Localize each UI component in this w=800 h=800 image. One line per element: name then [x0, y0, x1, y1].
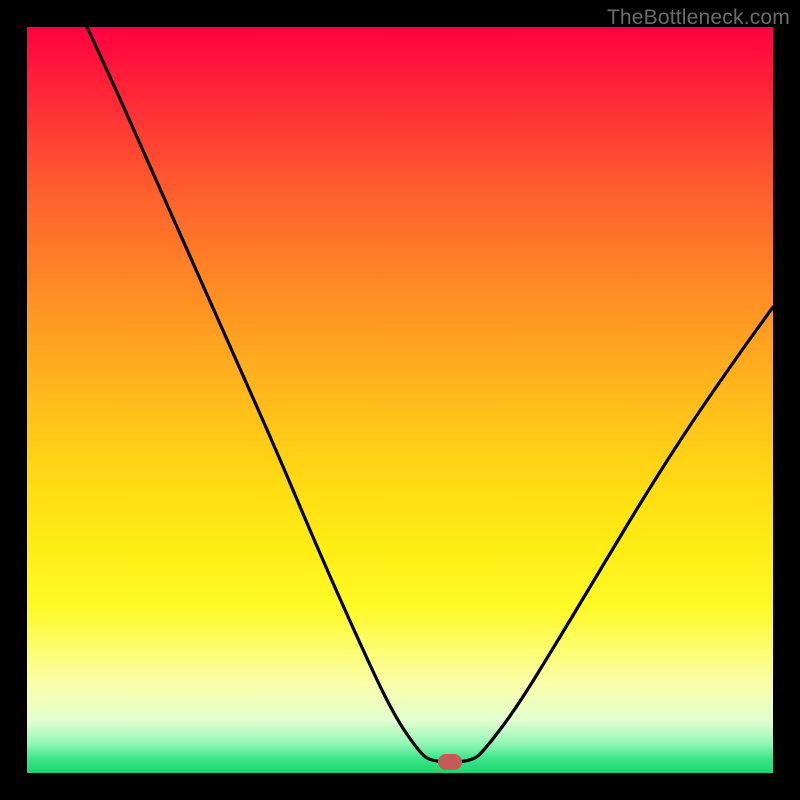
- plot-area: [27, 27, 773, 773]
- chart-frame: TheBottleneck.com: [0, 0, 800, 800]
- watermark-text: TheBottleneck.com: [607, 6, 790, 30]
- severity-gradient-background: [27, 27, 773, 773]
- optimal-point-marker: [438, 754, 462, 770]
